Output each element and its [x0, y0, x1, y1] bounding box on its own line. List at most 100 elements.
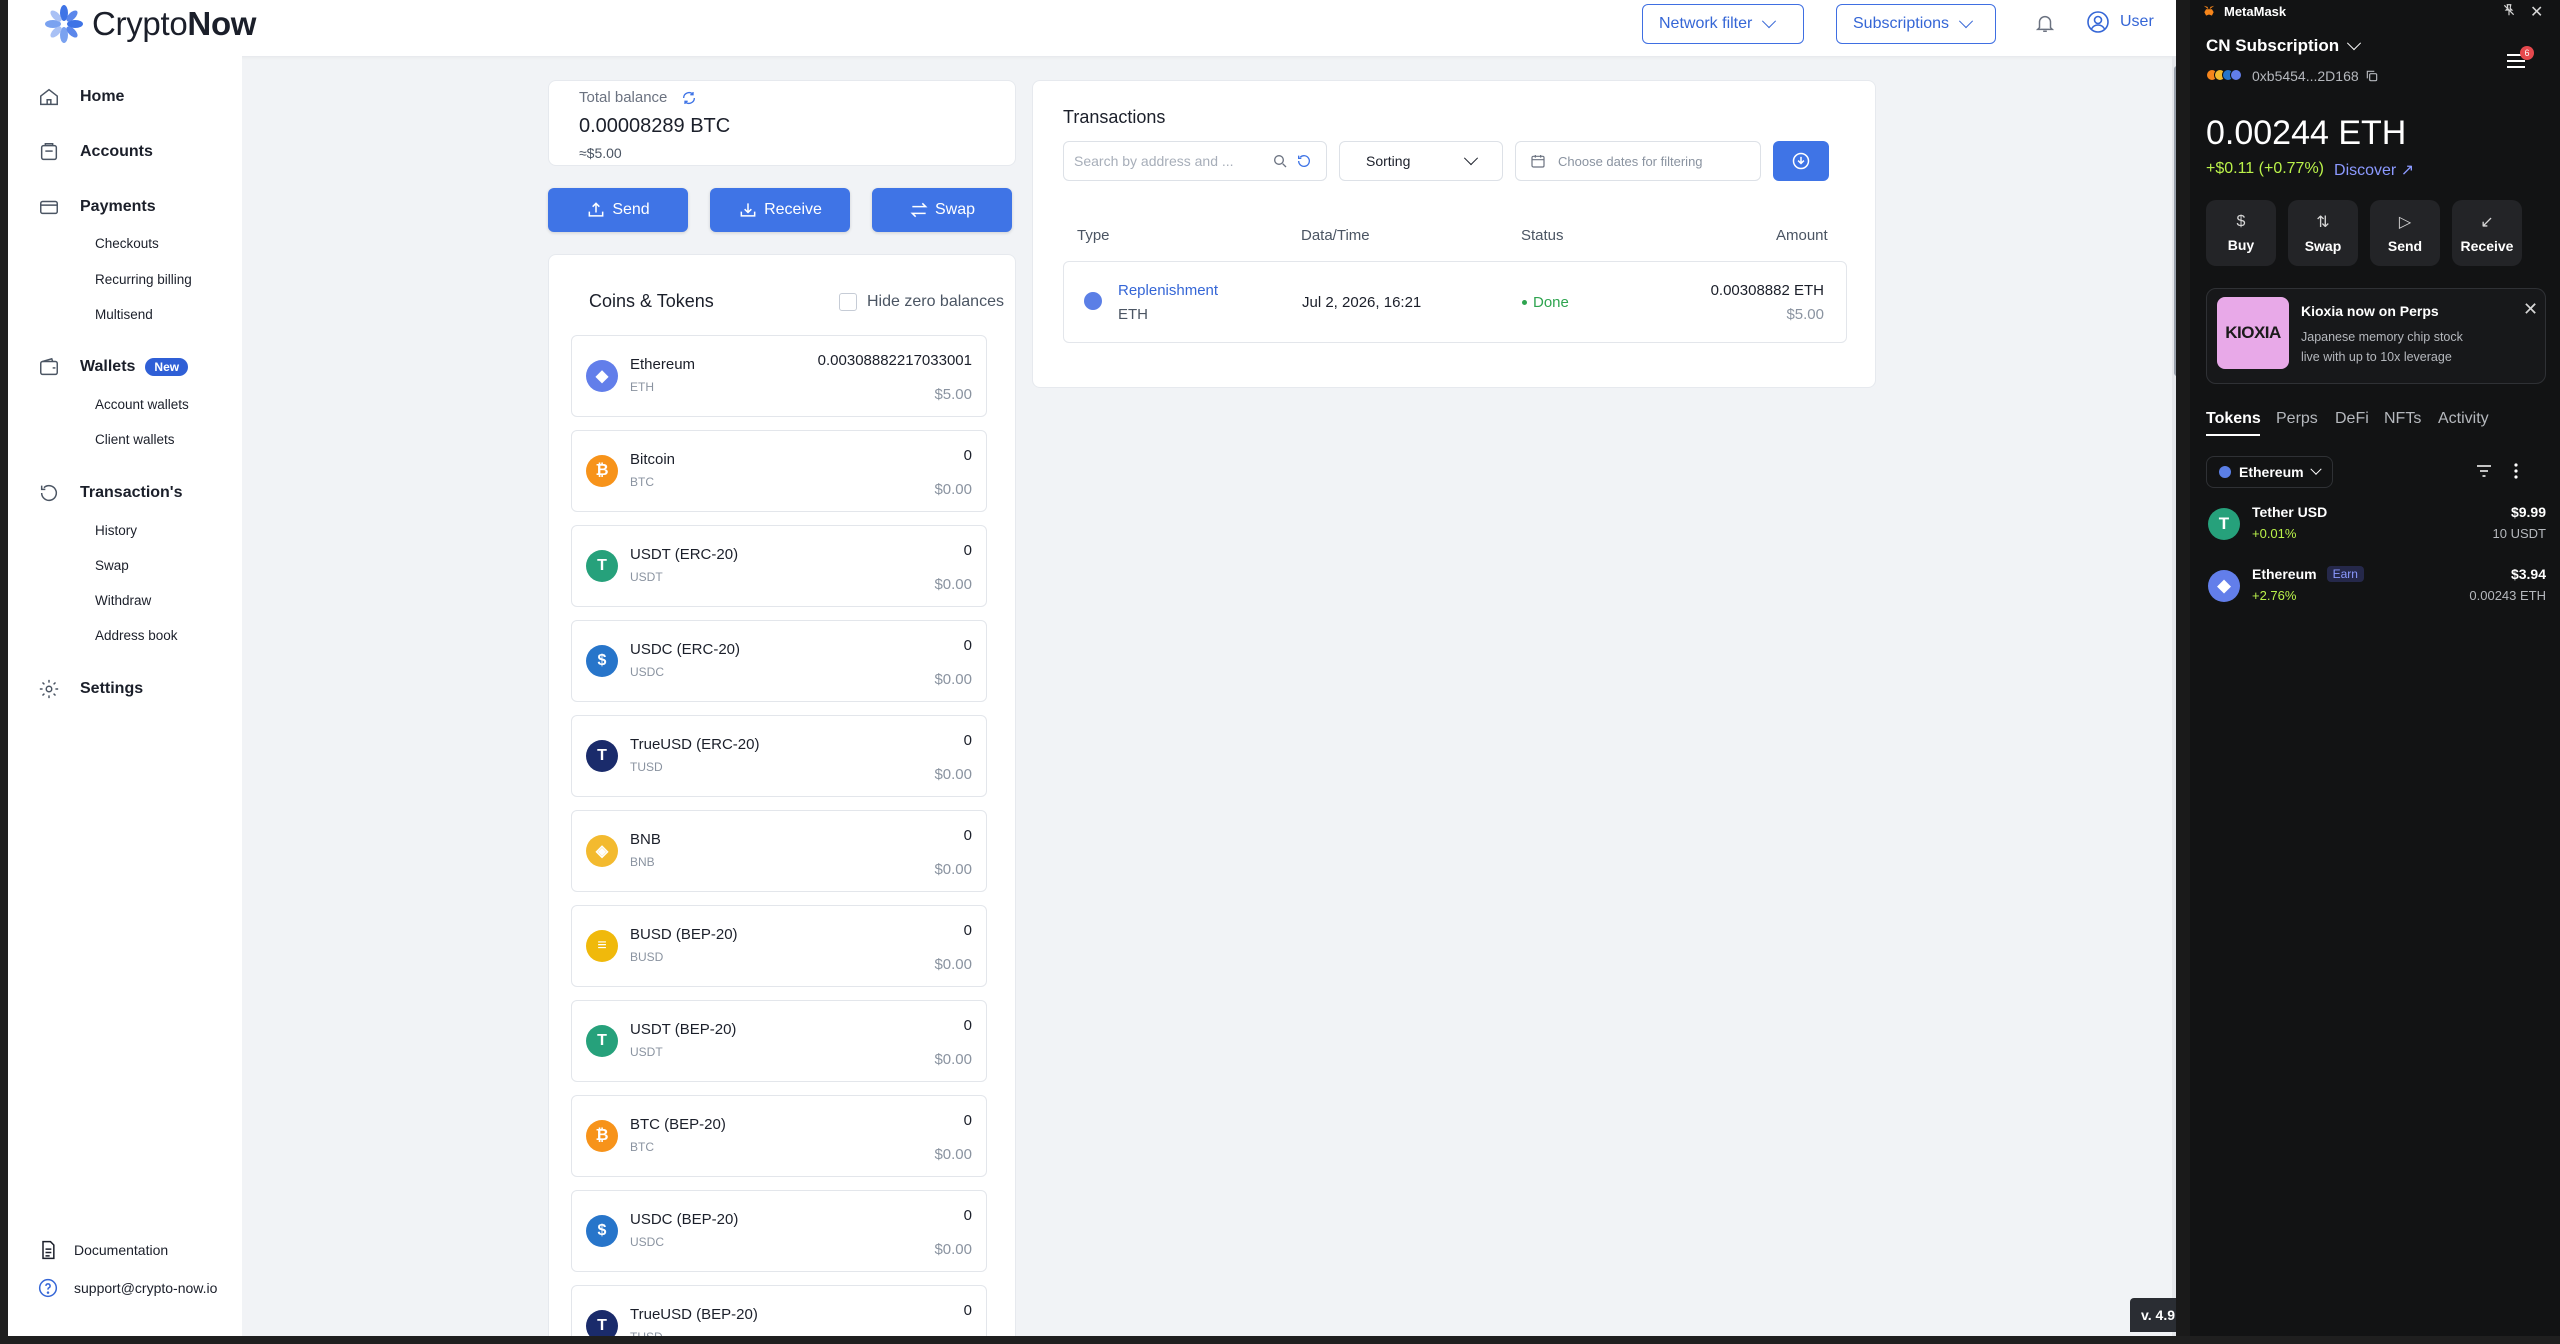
coin-row[interactable]: $ USDC (BEP-20) USDC 0 $0.00 — [571, 1190, 987, 1272]
sidebar-item-wallets[interactable]: Wallets New — [38, 356, 189, 378]
support-email-link[interactable]: support@crypto-now.io — [38, 1278, 217, 1298]
support-email-label: support@crypto-now.io — [74, 1280, 218, 1296]
close-icon[interactable]: ✕ — [2530, 2, 2543, 22]
transactions-search[interactable] — [1063, 141, 1327, 181]
calendar-icon — [1531, 155, 1545, 168]
mm-swap-button[interactable]: ⇅ Swap — [2288, 200, 2358, 266]
hide-zero-balances-checkbox[interactable]: Hide zero balances — [839, 293, 1004, 311]
chevron-down-icon — [1762, 14, 1777, 29]
discover-label: Discover — [2334, 162, 2397, 179]
sidebar-item-home[interactable]: Home — [38, 86, 124, 108]
sidebar-item-payments[interactable]: Payments — [38, 196, 156, 218]
coin-row[interactable]: $ USDC (ERC-20) USDC 0 $0.00 — [571, 620, 987, 702]
account-selector[interactable]: CN Subscription — [2206, 36, 2362, 56]
total-balance-value: 0.00008289 BTC — [579, 115, 731, 137]
network-select[interactable]: Ethereum — [2206, 456, 2333, 488]
sidebar-item-client-wallets[interactable]: Client wallets — [95, 432, 175, 447]
column-header-amount: Amount — [1776, 227, 1828, 244]
sidebar-item-history[interactable]: History — [95, 523, 137, 538]
coin-symbol: BTC — [630, 1140, 654, 1154]
sidebar-item-settings[interactable]: Settings — [38, 678, 143, 700]
export-download-button[interactable] — [1773, 141, 1829, 181]
documentation-link[interactable]: Documentation — [38, 1240, 168, 1260]
coin-name: BTC (BEP-20) — [630, 1116, 726, 1133]
refresh-icon[interactable] — [1296, 153, 1312, 169]
sidebar-item-withdraw[interactable]: Withdraw — [95, 593, 151, 608]
swap-button[interactable]: Swap — [872, 188, 1012, 232]
sidebar-item-recurring-billing[interactable]: Recurring billing — [95, 272, 192, 287]
tx-type[interactable]: Replenishment — [1118, 282, 1218, 299]
coin-usd-value: $5.00 — [934, 386, 972, 403]
brand-name: CryptoNow — [92, 5, 257, 42]
coin-symbol: BTC — [630, 475, 654, 489]
tx-amount-usd: $5.00 — [1786, 306, 1824, 323]
bnb-coin-icon: ◈ — [586, 835, 618, 867]
pin-icon[interactable] — [2502, 3, 2516, 17]
coin-usd-value: $0.00 — [934, 766, 972, 783]
sidebar-item-checkouts[interactable]: Checkouts — [95, 236, 159, 251]
bell-icon[interactable] — [2034, 12, 2056, 34]
sidebar-item-address-book[interactable]: Address book — [95, 628, 178, 643]
token-row[interactable]: T Tether USD +0.01% $9.99 10 USDT — [2206, 500, 2546, 552]
network-filter-select[interactable]: Network filter — [1642, 4, 1804, 44]
logo[interactable]: CryptoNow — [44, 0, 256, 48]
subscriptions-select[interactable]: Subscriptions — [1836, 4, 1996, 44]
send-label: Send — [2387, 238, 2423, 254]
checkbox-box[interactable] — [839, 293, 857, 311]
send-button[interactable]: Send — [548, 188, 688, 232]
sidebar-item-accounts[interactable]: Accounts — [38, 141, 153, 163]
tab-nfts[interactable]: NFTs — [2384, 410, 2421, 428]
tx-status: Done — [1522, 294, 1569, 311]
sidebar-item-multisend[interactable]: Multisend — [95, 307, 153, 322]
sidebar-item-transactions[interactable]: Transaction's — [38, 482, 183, 504]
coin-symbol: USDT — [630, 570, 663, 584]
coin-row[interactable]: TTrueUSD (BEP-20)TUSD0$0.00 — [571, 1285, 987, 1336]
tab-defi[interactable]: DeFi — [2335, 410, 2369, 428]
earn-badge[interactable]: Earn — [2326, 566, 2364, 582]
coin-row[interactable]: ≡ BUSD (BEP-20) BUSD 0 $0.00 — [571, 905, 987, 987]
table-row[interactable]: Replenishment ETH Jul 2, 2026, 16:21 Don… — [1063, 261, 1847, 343]
dollar-icon: $ — [2236, 213, 2246, 230]
coin-symbol: USDT — [630, 1045, 663, 1059]
user-menu[interactable]: User — [2086, 10, 2154, 34]
coin-row[interactable]: ₿ Bitcoin BTC 0 $0.00 — [571, 430, 987, 512]
tx-amount: 0.00308882 ETH — [1710, 282, 1824, 299]
tab-tokens[interactable]: Tokens — [2206, 410, 2261, 428]
receive-button[interactable]: Receive — [710, 188, 850, 232]
mm-send-button[interactable]: ▷ Send — [2370, 200, 2440, 266]
network-label: Ethereum — [2239, 464, 2304, 480]
upload-icon — [588, 202, 604, 217]
tab-activity[interactable]: Activity — [2438, 410, 2489, 428]
mm-receive-button[interactable]: ↙ Receive — [2452, 200, 2522, 266]
filter-icon[interactable] — [2476, 464, 2492, 478]
wallet-icon — [40, 357, 58, 376]
sorting-select[interactable]: Sorting — [1339, 141, 1503, 181]
date-range-picker[interactable]: Choose dates for filtering — [1515, 141, 1761, 181]
ethereum-icon — [1084, 292, 1102, 310]
discover-link[interactable]: Discover ↗ — [2334, 160, 2414, 180]
coin-row[interactable]: ◆ Ethereum ETH 0.00308882217033001 $5.00 — [571, 335, 987, 417]
refresh-icon[interactable] — [681, 90, 697, 106]
sidebar-item-account-wallets[interactable]: Account wallets — [95, 397, 189, 412]
coin-row[interactable]: T USDT (ERC-20) USDT 0 $0.00 — [571, 525, 987, 607]
coin-row[interactable]: ◈ BNB BNB 0 $0.00 — [571, 810, 987, 892]
copy-icon[interactable] — [2365, 69, 2379, 83]
token-row[interactable]: ◆ Ethereum Earn +2.76% $3.94 0.00243 ETH — [2206, 562, 2546, 614]
coin-amount: 0 — [963, 1112, 972, 1129]
coin-row[interactable]: T TrueUSD (ERC-20) TUSD 0 $0.00 — [571, 715, 987, 797]
sidebar-item-swap[interactable]: Swap — [95, 558, 129, 573]
account-address[interactable]: 0xb5454...2D168 — [2206, 68, 2379, 84]
search-input[interactable] — [1074, 153, 1264, 169]
download-icon — [1792, 152, 1810, 170]
coin-row[interactable]: ₿ BTC (BEP-20) BTC 0 $0.00 — [571, 1095, 987, 1177]
buy-button[interactable]: $ Buy — [2206, 200, 2276, 266]
coin-usd-value: $0.00 — [934, 1241, 972, 1258]
coin-row[interactable]: T USDT (BEP-20) USDT 0 $0.00 — [571, 1000, 987, 1082]
download-icon — [740, 203, 756, 217]
search-icon[interactable] — [1272, 153, 1288, 169]
swap-arrows-icon — [910, 202, 928, 218]
promo-banner[interactable]: KIOXIA Kioxia now on Perps Japanese memo… — [2206, 288, 2546, 384]
close-icon[interactable]: ✕ — [2523, 299, 2538, 320]
tab-perps[interactable]: Perps — [2276, 410, 2318, 428]
more-vertical-icon[interactable] — [2508, 462, 2524, 480]
